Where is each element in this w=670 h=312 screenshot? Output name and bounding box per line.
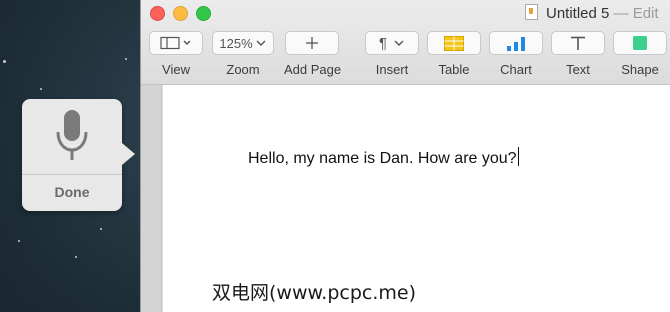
plus-icon — [306, 37, 318, 49]
view-button[interactable] — [149, 31, 203, 55]
document-name: Untitled 5 — [546, 5, 610, 22]
add-page-label: Add Page — [284, 62, 342, 77]
table-button[interactable] — [427, 31, 481, 55]
background-speck — [40, 88, 42, 90]
background-speck — [100, 228, 102, 230]
document-icon — [525, 4, 538, 20]
chart-tool[interactable]: Chart — [489, 31, 543, 77]
background-speck — [18, 240, 20, 242]
page-gutter — [141, 85, 162, 312]
add-page-button[interactable] — [285, 31, 339, 55]
background-speck — [75, 256, 77, 258]
text-label: Text — [566, 62, 590, 77]
table-label: Table — [438, 62, 470, 77]
shape-label: Shape — [621, 62, 659, 77]
insert-button[interactable]: ¶ — [365, 31, 419, 55]
document-text: Hello, my name is Dan. How are you? — [248, 150, 517, 167]
shape-tool[interactable]: Shape — [613, 31, 667, 77]
zoom-value: 125% — [219, 35, 253, 51]
chart-button[interactable] — [489, 31, 543, 55]
table-tool[interactable]: Table — [427, 31, 481, 77]
bar-chart-icon — [507, 36, 525, 51]
insert-label: Insert — [375, 62, 409, 77]
background-speck — [125, 58, 127, 60]
table-icon — [444, 35, 464, 51]
chevron-down-icon — [394, 40, 404, 46]
zoom-tool[interactable]: 125% Zoom — [212, 31, 274, 77]
pages-window: Untitled 5 — Edit View 125% Zoom Add Pag… — [140, 0, 670, 312]
zoom-select[interactable]: 125% — [212, 31, 274, 55]
shape-icon — [633, 36, 647, 50]
window-title: Untitled 5 — Edit — [525, 4, 659, 22]
add-page-tool[interactable]: Add Page — [284, 31, 342, 77]
chevron-down-icon — [256, 40, 266, 46]
watermark-text: 双电网(www.pcpc.me) — [212, 282, 416, 304]
title-suffix: — Edit — [613, 5, 659, 22]
maximize-window-button[interactable] — [196, 6, 211, 21]
paragraph-icon: ¶ — [378, 34, 388, 52]
document-body[interactable]: Hello, my name is Dan. How are you? — [248, 147, 519, 168]
view-label: View — [162, 62, 190, 77]
dictation-done-button[interactable]: Done — [22, 184, 122, 200]
background-speck — [3, 60, 6, 63]
popover-arrow — [122, 143, 135, 165]
close-window-button[interactable] — [150, 6, 165, 21]
zoom-label: Zoom — [226, 62, 260, 77]
text-box-icon — [571, 36, 585, 50]
toolbar: Untitled 5 — Edit View 125% Zoom Add Pag… — [141, 0, 670, 85]
text-tool[interactable]: Text — [551, 31, 605, 77]
shape-button[interactable] — [613, 31, 667, 55]
popover-divider — [22, 174, 122, 175]
minimize-window-button[interactable] — [173, 6, 188, 21]
insert-tool[interactable]: ¶ Insert — [365, 31, 419, 77]
view-tool[interactable]: View — [149, 31, 203, 77]
microphone-icon — [56, 110, 88, 160]
text-button[interactable] — [551, 31, 605, 55]
dictation-popover: Done — [22, 99, 135, 211]
chart-label: Chart — [500, 62, 532, 77]
sidebar-view-icon — [160, 36, 191, 50]
text-cursor — [517, 147, 519, 166]
